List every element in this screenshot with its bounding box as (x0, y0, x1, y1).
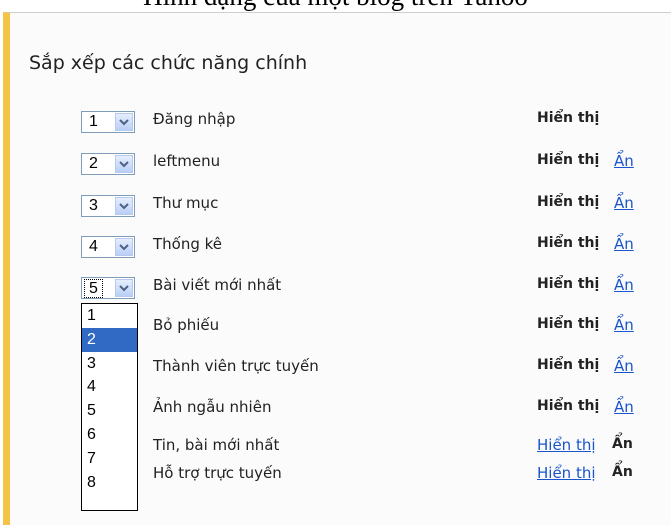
hide-link[interactable]: Ẩn (614, 357, 634, 375)
order-select-login[interactable]: 1 (81, 111, 135, 133)
module-label: Đăng nhập (153, 110, 236, 128)
order-value: 5 (84, 279, 103, 298)
show-link[interactable]: Hiển thị (537, 464, 596, 482)
hide-link[interactable]: Ẩn (614, 152, 634, 170)
show-status: Hiển thị (537, 194, 600, 210)
module-label: leftmenu (153, 152, 221, 170)
module-label: Hỗ trợ trực tuyến (153, 464, 282, 482)
module-row-leftmenu: 2 leftmenu Hiển thị Ẩn (0, 152, 671, 182)
dropdown-option[interactable]: 5 (82, 399, 137, 423)
show-status: Hiển thị (537, 110, 600, 126)
order-select-latest-posts[interactable]: 5 (81, 277, 135, 299)
module-row-login: 1 Đăng nhập Hiển thị (0, 110, 671, 140)
order-value: 2 (89, 155, 98, 172)
order-select-folders[interactable]: 3 (81, 195, 135, 217)
order-value: 4 (89, 238, 98, 255)
hide-status: Ẩn (612, 436, 633, 452)
module-label: Bỏ phiếu (153, 316, 220, 334)
chevron-down-icon (115, 155, 133, 173)
order-select-leftmenu[interactable]: 2 (81, 153, 135, 175)
show-status: Hiển thị (537, 152, 600, 168)
dropdown-option-highlighted[interactable]: 2 (82, 327, 137, 352)
hide-link[interactable]: Ẩn (614, 276, 634, 294)
hide-link[interactable]: Ẩn (614, 235, 634, 253)
order-dropdown-list: 1 2 3 4 5 6 7 8 (81, 303, 138, 511)
module-label: Bài viết mới nhất (153, 276, 282, 294)
show-status: Hiển thị (537, 316, 600, 332)
dropdown-option[interactable]: 3 (82, 352, 137, 376)
dropdown-option[interactable]: 6 (82, 423, 137, 447)
dropdown-option[interactable]: 8 (82, 471, 137, 495)
dropdown-option[interactable]: 1 (82, 304, 137, 328)
show-status: Hiển thị (537, 357, 600, 373)
hide-link[interactable]: Ẩn (614, 398, 634, 416)
chevron-down-icon (115, 113, 133, 131)
order-value: 3 (89, 197, 98, 214)
module-label: Thư mục (153, 194, 219, 212)
module-row-latest-posts: 5 Bài viết mới nhất Hiển thị Ẩn (0, 276, 671, 306)
dropdown-option[interactable]: 7 (82, 447, 137, 471)
hide-link[interactable]: Ẩn (614, 194, 634, 212)
dropdown-option[interactable]: 4 (82, 375, 137, 399)
chevron-down-icon (115, 238, 133, 256)
show-link[interactable]: Hiển thị (537, 436, 596, 454)
hide-link[interactable]: Ẩn (614, 316, 634, 334)
show-status: Hiển thị (537, 276, 600, 292)
module-row-stats: 4 Thống kê Hiển thị Ẩn (0, 235, 671, 265)
chevron-down-icon (115, 279, 133, 297)
panel-title: Sắp xếp các chức năng chính (29, 52, 308, 74)
order-select-stats[interactable]: 4 (81, 236, 135, 258)
module-label: Thành viên trực tuyến (153, 357, 319, 375)
module-label: Tin, bài mới nhất (153, 436, 280, 454)
module-row-folders: 3 Thư mục Hiển thị Ẩn (0, 194, 671, 224)
module-label: Thống kê (153, 235, 223, 253)
module-label: Ảnh ngẫu nhiên (153, 398, 272, 416)
hide-status: Ẩn (612, 464, 633, 480)
show-status: Hiển thị (537, 398, 600, 414)
chevron-down-icon (115, 197, 133, 215)
show-status: Hiển thị (537, 235, 600, 251)
order-value: 1 (89, 113, 98, 130)
